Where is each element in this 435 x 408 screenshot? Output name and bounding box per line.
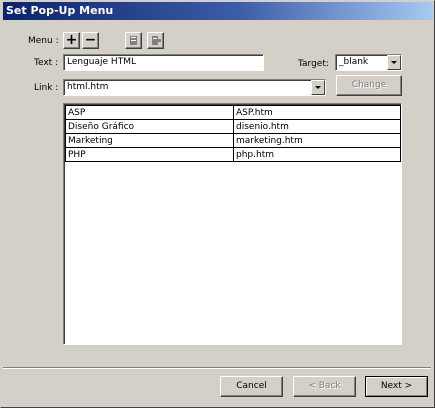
move-up-icon <box>130 36 137 45</box>
dialog-window: Set Pop-Up Menu Menu : + − Text : Lengua… <box>0 0 435 408</box>
target-select[interactable]: _blank <box>335 54 402 71</box>
change-button[interactable]: Change <box>336 75 402 96</box>
link-input-value: html.htm <box>67 82 109 92</box>
text-input[interactable]: Lenguaje HTML <box>63 54 264 71</box>
menu-label: Menu : <box>28 36 59 46</box>
target-label: Target: <box>298 59 329 69</box>
text-input-value: Lenguaje HTML <box>67 57 136 67</box>
menu-item-text: Marketing <box>65 133 234 148</box>
move-down-icon <box>152 36 161 45</box>
back-button[interactable]: < Back <box>293 376 356 397</box>
chevron-down-icon <box>315 86 321 89</box>
footer-separator <box>3 367 431 369</box>
link-label: Link : <box>34 83 59 93</box>
cancel-button[interactable]: Cancel <box>220 376 283 397</box>
next-button-label: Next > <box>380 381 413 391</box>
menu-item-row[interactable]: Marketing marketing.htm <box>65 133 401 148</box>
menu-item-text: PHP <box>65 147 234 162</box>
move-down-button[interactable] <box>147 32 164 49</box>
title-bar: Set Pop-Up Menu <box>3 2 433 20</box>
text-label: Text : <box>34 58 59 68</box>
menu-item-link: marketing.htm <box>233 133 401 148</box>
menu-item-link: php.htm <box>233 147 401 162</box>
add-item-button[interactable]: + <box>63 32 80 49</box>
chevron-down-icon <box>391 61 397 64</box>
next-button[interactable]: Next > <box>365 376 428 397</box>
menu-item-text: Diseño Gráfico <box>65 119 234 134</box>
menu-item-row[interactable]: PHP php.htm <box>65 147 401 162</box>
menu-items-table: ASP ASP.htm Diseño Gráfico disenio.htm Marke… <box>65 105 401 162</box>
link-input[interactable]: html.htm <box>63 79 326 96</box>
back-button-label: < Back <box>308 381 341 391</box>
menu-items-list[interactable]: ASP ASP.htm Diseño Gráfico disenio.htm Marke… <box>63 103 402 345</box>
move-up-button[interactable] <box>125 32 142 49</box>
menu-item-row[interactable]: ASP ASP.htm <box>65 105 401 120</box>
link-dropdown-button[interactable] <box>311 80 325 95</box>
menu-item-link: ASP.htm <box>233 105 401 120</box>
remove-item-button[interactable]: − <box>82 32 99 49</box>
plus-icon: + <box>65 32 78 48</box>
minus-icon: − <box>84 32 97 48</box>
change-button-label: Change <box>351 80 387 90</box>
menu-item-row[interactable]: Diseño Gráfico disenio.htm <box>65 119 401 134</box>
window-title: Set Pop-Up Menu <box>6 4 114 17</box>
menu-item-link: disenio.htm <box>233 119 401 134</box>
target-dropdown-button[interactable] <box>387 55 401 70</box>
cancel-button-label: Cancel <box>236 381 267 391</box>
target-select-value: _blank <box>339 57 369 67</box>
menu-item-text: ASP <box>65 105 234 120</box>
